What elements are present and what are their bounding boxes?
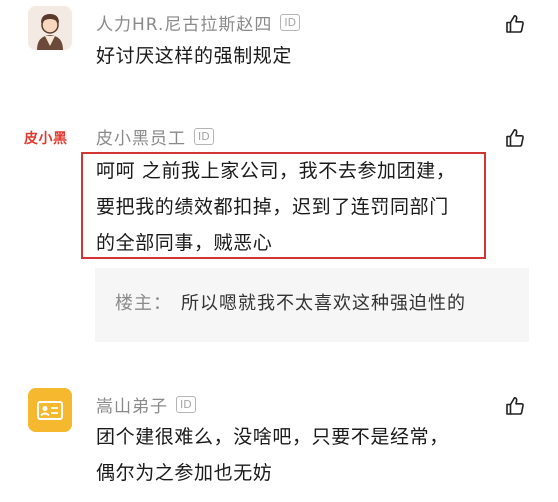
avatar[interactable]: 皮小黑 — [24, 128, 68, 148]
id-badge: ID — [194, 128, 214, 145]
id-badge: ID — [176, 396, 196, 413]
username[interactable]: 嵩山弟子 — [96, 392, 168, 417]
comment-text-line: 好讨厌这样的强制规定 — [96, 45, 293, 67]
reply-label: 楼主： — [115, 293, 172, 314]
username[interactable]: 人力HR.尼古拉斯赵四 — [96, 10, 272, 35]
worker-avatar-icon[interactable] — [28, 6, 72, 50]
highlight-box — [81, 152, 486, 259]
reply-box[interactable]: 楼主： 所以嗯就我不太喜欢这种强迫性的 — [95, 268, 529, 342]
thumbs-up-icon[interactable] — [505, 396, 525, 416]
comment-text-line: 团个建很难么，没啥吧，只要不是经常， — [96, 426, 449, 448]
comment-text-line: 偶尔为之参加也无妨 — [96, 462, 273, 484]
thumbs-up-icon[interactable] — [505, 128, 525, 148]
id-badge: ID — [280, 14, 301, 31]
reply-text: 所以嗯就我不太喜欢这种强迫性的 — [181, 293, 466, 314]
username[interactable]: 皮小黑员工 — [96, 124, 186, 149]
thumbs-up-icon[interactable] — [505, 14, 525, 34]
id-card-avatar-icon[interactable] — [28, 388, 72, 432]
